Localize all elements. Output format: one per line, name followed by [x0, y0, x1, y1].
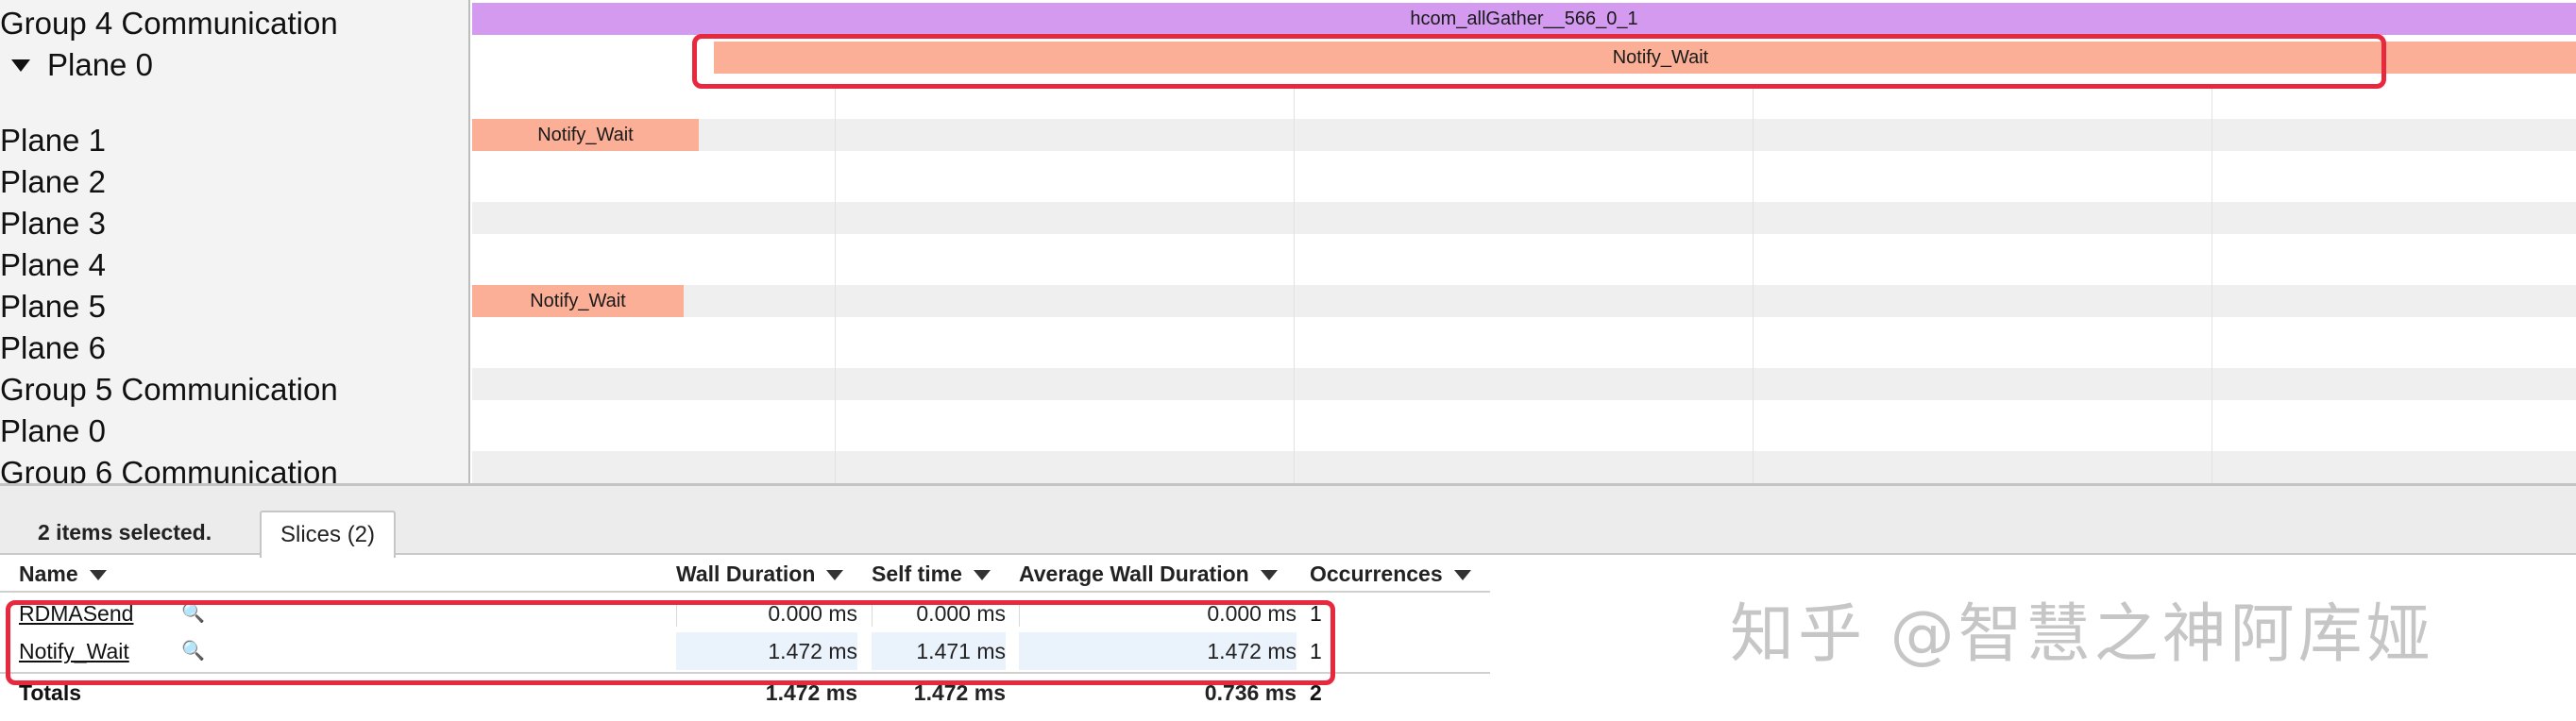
- grid-line: [1753, 87, 1754, 483]
- occurrences-value: 1: [1310, 639, 1322, 663]
- track-label-group5[interactable]: Group 5 Communication: [0, 369, 338, 411]
- wall-duration-value: 1.472 ms: [676, 632, 857, 670]
- column-header-occurrences[interactable]: Occurrences: [1310, 555, 1471, 593]
- table-header-row: Name Wall Duration Self time Average Wal…: [0, 555, 1490, 593]
- timeline-view: Group 4 Communication Plane 0 Plane 1 Pl…: [0, 0, 2576, 483]
- sort-arrow-icon[interactable]: [1453, 570, 1471, 581]
- track-label-group5-plane0[interactable]: Plane 0: [0, 411, 106, 452]
- column-divider: [676, 600, 677, 627]
- track-label-plane5[interactable]: Plane 5: [0, 286, 106, 327]
- lane-plane1: [472, 119, 2576, 151]
- lane-plane5: [472, 285, 2576, 317]
- slice-name-link[interactable]: RDMASend: [19, 595, 133, 632]
- sort-arrow-icon[interactable]: [1260, 570, 1278, 581]
- total-occurrences: 2: [1310, 680, 1322, 705]
- occurrences-value: 1: [1310, 601, 1322, 626]
- table-row[interactable]: RDMASend 🔍 0.000 ms 0.000 ms 0.000 ms 1: [0, 595, 1490, 632]
- sort-arrow-icon[interactable]: [89, 570, 107, 581]
- total-wall-duration: 1.472 ms: [765, 680, 857, 705]
- column-divider: [1019, 600, 1020, 627]
- track-label-column: Group 4 Communication Plane 0 Plane 1 Pl…: [0, 0, 470, 483]
- track-label-plane6[interactable]: Plane 6: [0, 327, 106, 369]
- tab-slices[interactable]: Slices (2): [260, 511, 397, 558]
- track-label-plane2[interactable]: Plane 2: [0, 161, 106, 203]
- lane-plane3: [472, 202, 2576, 234]
- slice-label: Notify_Wait: [1612, 47, 1709, 68]
- table-row[interactable]: Notify_Wait 🔍 1.472 ms 1.471 ms 1.472 ms…: [0, 632, 1490, 670]
- slice-gap: [704, 42, 710, 74]
- average-wall-duration-value: 0.000 ms: [1207, 601, 1296, 626]
- track-label-plane1[interactable]: Plane 1: [0, 120, 106, 161]
- column-header-self-time[interactable]: Self time: [872, 555, 991, 593]
- lane-group6: [472, 451, 2576, 483]
- average-wall-duration-value: 1.472 ms: [1019, 632, 1296, 670]
- watermark: 知乎 @智慧之神阿库娅: [1730, 597, 2434, 672]
- column-header-average-wall-duration[interactable]: Average Wall Duration: [1019, 555, 1278, 593]
- column-header-name[interactable]: Name: [19, 555, 107, 593]
- slice-allgather[interactable]: hcom_allGather__566_0_1: [472, 3, 2576, 35]
- total-self-time: 1.472 ms: [913, 680, 1006, 705]
- total-average-wall-duration: 0.736 ms: [1204, 680, 1296, 705]
- column-header-wall-duration[interactable]: Wall Duration: [676, 555, 844, 593]
- totals-label: Totals: [19, 680, 82, 705]
- magnifier-icon[interactable]: 🔍: [181, 632, 205, 670]
- self-time-value: 1.471 ms: [872, 632, 1006, 670]
- slice-plane0-notify-wait[interactable]: Notify_Wait: [714, 42, 2576, 74]
- track-lanes: hcom_allGather__566_0_1 Notify_Wait Noti…: [472, 0, 2576, 483]
- track-label-group4[interactable]: Group 4 Communication: [0, 3, 338, 44]
- selection-count: 2 items selected.: [38, 520, 212, 545]
- lane-group5: [472, 368, 2576, 400]
- track-label-plane4[interactable]: Plane 4: [0, 244, 106, 286]
- slice-name-link[interactable]: Notify_Wait: [19, 632, 129, 670]
- column-divider: [872, 600, 873, 627]
- grid-line: [1294, 87, 1295, 483]
- wall-duration-value: 0.000 ms: [768, 601, 857, 626]
- sort-arrow-icon[interactable]: [973, 570, 991, 581]
- panel-tab-bar: 2 items selected. Slices (2): [0, 483, 2576, 558]
- track-label-plane3[interactable]: Plane 3: [0, 203, 106, 244]
- track-label-group6[interactable]: Group 6 Communication: [0, 452, 338, 483]
- slice-plane5-notify-wait[interactable]: Notify_Wait: [472, 285, 684, 317]
- table-totals-row: Totals 1.472 ms 1.472 ms 0.736 ms 2: [0, 672, 1490, 710]
- magnifier-icon[interactable]: 🔍: [181, 595, 205, 632]
- slice-plane1-notify-wait[interactable]: Notify_Wait: [472, 119, 699, 151]
- track-label-plane0[interactable]: Plane 0: [0, 44, 153, 86]
- expand-triangle-icon[interactable]: [11, 59, 30, 72]
- sort-arrow-icon[interactable]: [826, 570, 844, 581]
- self-time-value: 0.000 ms: [916, 601, 1006, 626]
- grid-line: [835, 87, 836, 483]
